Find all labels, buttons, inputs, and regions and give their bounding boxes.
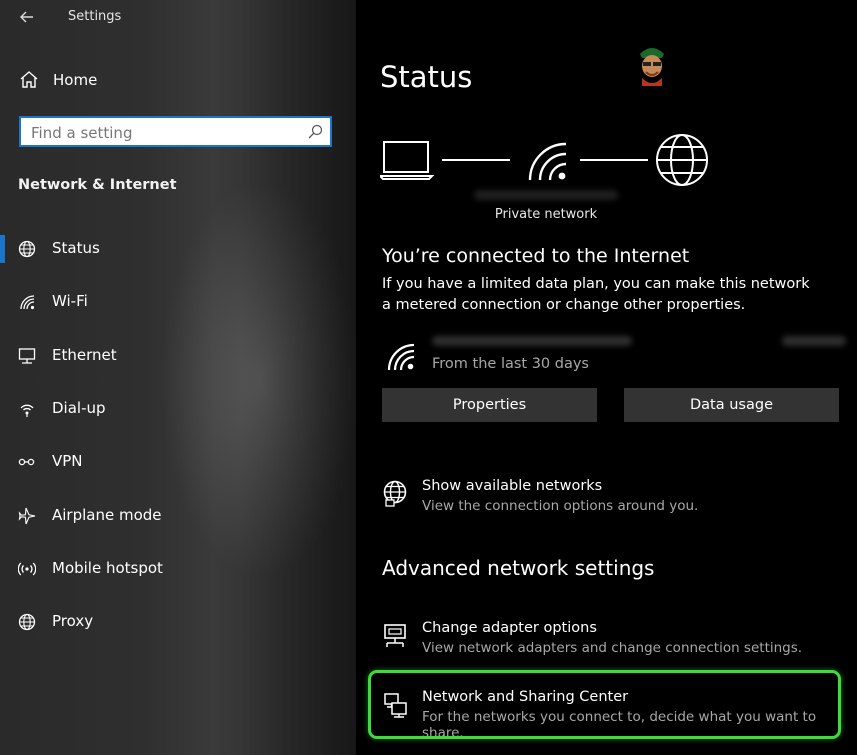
show-networks-subtitle: View the connection options around you. bbox=[422, 498, 699, 514]
network-name-redacted bbox=[474, 190, 618, 200]
wifi-signal-icon bbox=[387, 343, 415, 371]
adapter-options-title: Change adapter options bbox=[422, 620, 597, 636]
sidebar-item-label: VPN bbox=[52, 452, 83, 470]
connection-heading: You’re connected to the Internet bbox=[382, 245, 690, 267]
sidebar-item-status[interactable]: Status bbox=[0, 231, 340, 267]
globe-network-icon bbox=[383, 480, 407, 507]
show-networks-link[interactable]: Show available networks View the connect… bbox=[382, 478, 852, 522]
sidebar-item-label: Status bbox=[52, 239, 100, 257]
home-icon bbox=[20, 71, 38, 88]
sidebar-item-label: Proxy bbox=[52, 612, 94, 630]
usage-value-redacted bbox=[782, 336, 846, 346]
app-title: Settings bbox=[68, 9, 122, 24]
usage-period: From the last 30 days bbox=[432, 356, 589, 372]
connection-description: If you have a limited data plan, you can… bbox=[382, 276, 810, 313]
network-name-redacted bbox=[432, 336, 632, 346]
data-usage-button[interactable]: Data usage bbox=[624, 388, 839, 422]
change-adapter-options-link[interactable]: Change adapter options View network adap… bbox=[382, 620, 852, 664]
main-pane: Status Private network You’re connected … bbox=[356, 0, 857, 755]
internet-globe-icon bbox=[656, 134, 708, 186]
acrylic-shade bbox=[240, 0, 356, 755]
home-label: Home bbox=[53, 71, 98, 89]
ethernet-icon bbox=[18, 348, 36, 364]
properties-button[interactable]: Properties bbox=[382, 388, 597, 422]
sidebar-item-proxy[interactable]: Proxy bbox=[0, 604, 340, 640]
adapter-icon bbox=[384, 624, 406, 647]
category-title: Network & Internet bbox=[18, 177, 177, 193]
sidebar-item-label: Ethernet bbox=[52, 346, 117, 364]
watermark-logo bbox=[640, 48, 664, 86]
sidebar-item-vpn[interactable]: VPN bbox=[0, 444, 340, 480]
sidebar-item-ethernet[interactable]: Ethernet bbox=[0, 338, 340, 374]
search-input[interactable] bbox=[29, 121, 303, 145]
back-button[interactable] bbox=[16, 6, 38, 28]
laptop-icon bbox=[380, 141, 435, 180]
globe-status-icon bbox=[18, 240, 36, 258]
sidebar-item-airplane[interactable]: Airplane mode bbox=[0, 498, 340, 534]
sidebar-item-wifi[interactable]: Wi-Fi bbox=[0, 284, 340, 320]
vpn-icon bbox=[18, 458, 35, 466]
airplane-icon bbox=[18, 507, 36, 525]
globe-icon bbox=[18, 613, 36, 631]
highlight-outline bbox=[368, 670, 841, 739]
hotspot-icon bbox=[18, 562, 36, 576]
wifi-diagram-icon bbox=[528, 142, 567, 181]
network-type: Private network bbox=[494, 207, 598, 222]
home-nav[interactable]: Home bbox=[18, 66, 338, 94]
network-diagram bbox=[380, 134, 708, 186]
sidebar: Settings Home Network & Internet Status bbox=[0, 0, 356, 755]
network-usage-row: From the last 30 days bbox=[382, 332, 852, 378]
sidebar-item-hotspot[interactable]: Mobile hotspot bbox=[0, 551, 340, 587]
search-icon[interactable] bbox=[307, 124, 323, 140]
sidebar-item-dialup[interactable]: Dial-up bbox=[0, 391, 340, 427]
search-box[interactable] bbox=[19, 116, 332, 147]
sidebar-item-label: Airplane mode bbox=[52, 506, 162, 524]
sidebar-item-label: Wi-Fi bbox=[52, 292, 88, 310]
dialup-icon bbox=[20, 404, 34, 417]
title-bar: Settings bbox=[0, 0, 356, 36]
back-arrow-icon bbox=[20, 11, 33, 23]
active-indicator bbox=[0, 235, 5, 263]
sidebar-item-label: Mobile hotspot bbox=[52, 559, 163, 577]
adapter-options-subtitle: View network adapters and change connect… bbox=[422, 640, 803, 656]
show-networks-title: Show available networks bbox=[422, 478, 603, 494]
sidebar-item-label: Dial-up bbox=[52, 399, 106, 417]
advanced-heading: Advanced network settings bbox=[382, 556, 655, 580]
wifi-icon bbox=[20, 295, 35, 310]
page-title: Status bbox=[380, 60, 473, 94]
